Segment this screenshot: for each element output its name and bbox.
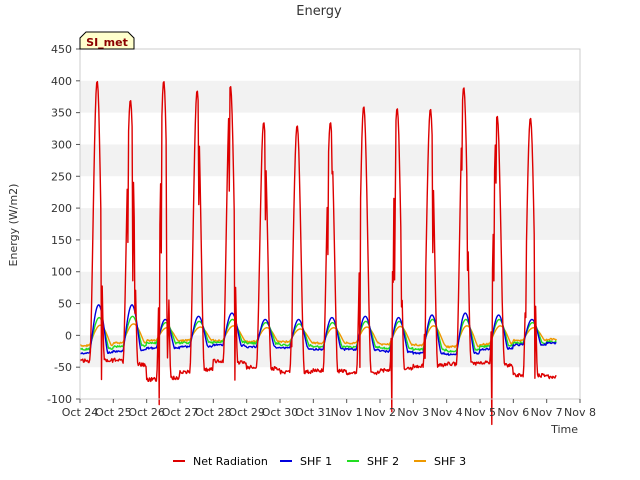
y-tick-label: 50 bbox=[58, 298, 72, 311]
y-tick-label: 400 bbox=[51, 75, 72, 88]
legend-label: Net Radiation bbox=[193, 455, 268, 468]
legend-item-shf-1: SHF 1 bbox=[280, 455, 332, 468]
y-tick-label: 300 bbox=[51, 138, 72, 151]
grid-band bbox=[80, 271, 580, 304]
x-tick-label: Oct 31 bbox=[295, 406, 332, 419]
legend-item-shf-3: SHF 3 bbox=[414, 455, 466, 468]
y-tick-label: 450 bbox=[51, 43, 72, 56]
y-axis: -100 -50 0 50 100 150 200 250 300 350 400 450 bbox=[47, 43, 80, 406]
y-tick-label: 0 bbox=[65, 329, 72, 342]
grid-band bbox=[80, 208, 580, 240]
x-tick-label: Oct 27 bbox=[162, 406, 199, 419]
grid-band bbox=[80, 144, 580, 177]
x-tick-label: Nov 5 bbox=[464, 406, 496, 419]
y-tick-label: 350 bbox=[51, 107, 72, 120]
chart-title: Energy bbox=[296, 4, 342, 19]
y-tick-label: 200 bbox=[51, 202, 72, 215]
legend: Net Radiation SHF 1 SHF 2 SHF 3 bbox=[173, 455, 466, 468]
x-axis: Oct 24Oct 25Oct 26Oct 27Oct 28Oct 29Oct … bbox=[62, 399, 596, 419]
x-tick-label: Oct 25 bbox=[95, 406, 132, 419]
x-tick-label: Oct 29 bbox=[228, 406, 265, 419]
y-tick-label: -100 bbox=[47, 393, 72, 406]
x-tick-label: Nov 2 bbox=[364, 406, 396, 419]
x-axis-title: Time bbox=[550, 423, 578, 436]
y-tick-label: 150 bbox=[51, 234, 72, 247]
x-tick-label: Nov 4 bbox=[431, 406, 463, 419]
legend-item-shf-2: SHF 2 bbox=[347, 455, 399, 468]
y-tick-label: 100 bbox=[51, 266, 72, 279]
y-tick-label: -50 bbox=[54, 361, 72, 374]
x-tick-label: Oct 28 bbox=[195, 406, 232, 419]
energy-chart: -100 -50 0 50 100 150 200 250 300 350 400 450 Oct 2… bbox=[7, 4, 596, 468]
x-tick-label: Nov 7 bbox=[531, 406, 563, 419]
grid-band bbox=[80, 80, 580, 113]
x-tick-label: Nov 8 bbox=[564, 406, 596, 419]
x-tick-label: Nov 6 bbox=[497, 406, 529, 419]
legend-label: SHF 2 bbox=[367, 455, 399, 468]
x-tick-label: Oct 30 bbox=[262, 406, 299, 419]
x-tick-label: Nov 3 bbox=[397, 406, 429, 419]
x-tick-label: Oct 24 bbox=[62, 406, 99, 419]
x-tick-label: Nov 1 bbox=[331, 406, 363, 419]
legend-label: SHF 3 bbox=[434, 455, 466, 468]
legend-label: SHF 1 bbox=[300, 455, 332, 468]
legend-item-net-radiation: Net Radiation bbox=[173, 455, 268, 468]
y-axis-title: Energy (W/m2) bbox=[7, 184, 20, 267]
site-badge: SI_met bbox=[79, 31, 135, 50]
y-tick-label: 250 bbox=[51, 170, 72, 183]
site-badge-label: SI_met bbox=[86, 36, 128, 49]
plot-background-bands bbox=[80, 49, 580, 399]
x-tick-label: Oct 26 bbox=[128, 406, 165, 419]
